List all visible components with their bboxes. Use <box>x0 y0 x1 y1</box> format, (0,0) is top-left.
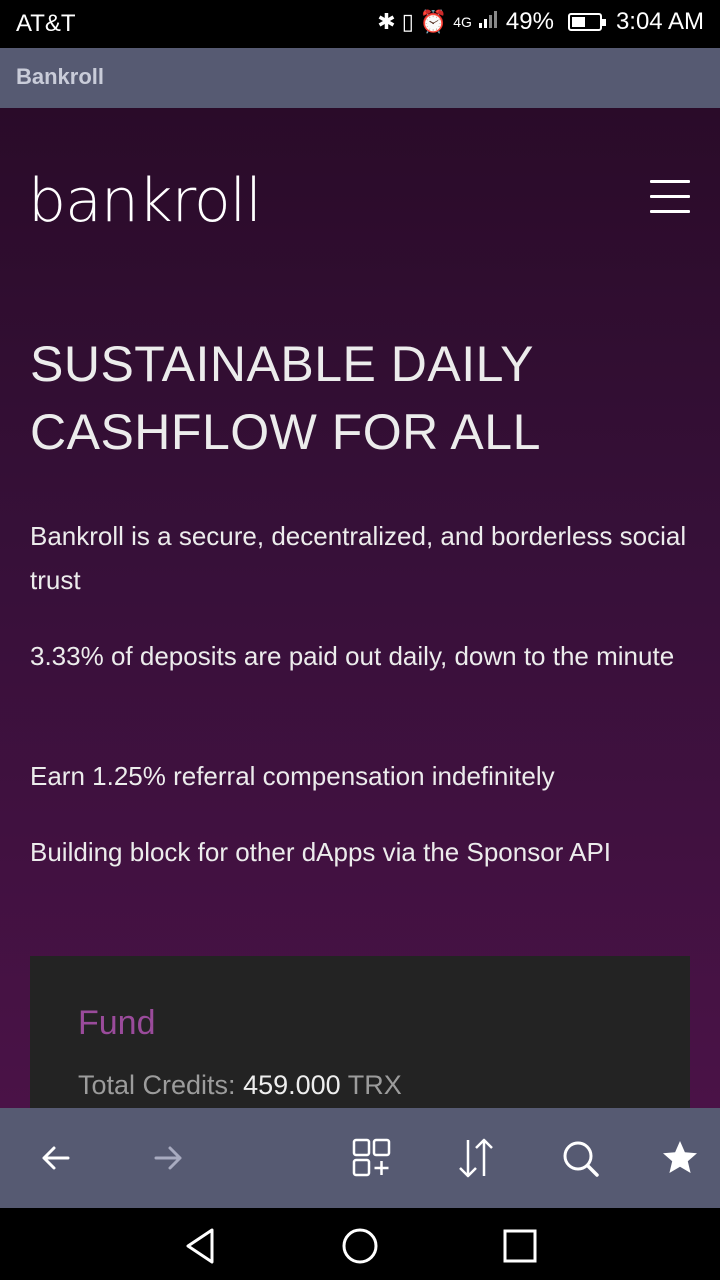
carrier-label: AT&T <box>16 10 76 37</box>
bookmark-button[interactable] <box>658 1136 702 1180</box>
feature-2: 3.33% of deposits are paid out daily, do… <box>30 641 675 671</box>
arrow-left-icon <box>42 1146 70 1170</box>
network-type-label: 4G <box>453 14 472 30</box>
fund-card: Fund Total Credits: 459.000 TRX <box>30 956 690 1108</box>
vibrate-icon: ▯ <box>401 9 414 34</box>
bluetooth-icon: ✱ <box>377 9 396 34</box>
battery-percent: 49% <box>505 8 554 35</box>
credits-label: Total Credits: <box>78 1070 236 1100</box>
browser-toolbar <box>0 1108 720 1208</box>
star-icon <box>663 1141 697 1173</box>
up-down-arrows-icon <box>459 1138 493 1178</box>
credits-unit: TRX <box>347 1070 402 1100</box>
web-content[interactable]: bankroll SUSTAINABLE DAILY CASHFLOW FOR … <box>0 108 720 1108</box>
credits-value: 459.000 <box>243 1070 341 1100</box>
search-icon <box>563 1141 599 1177</box>
android-nav-bar <box>0 1208 720 1280</box>
system-home-button[interactable] <box>340 1226 380 1266</box>
tabs-grid-icon <box>352 1138 391 1177</box>
fund-title: Fund <box>78 1004 156 1042</box>
status-bar: AT&T ✱ ▯ ⏰ 4G 49% 3:04 AM <box>0 0 720 48</box>
arrow-right-icon <box>154 1146 182 1170</box>
browser-title-bar: Bankroll <box>0 48 720 108</box>
triangle-back-icon <box>186 1228 214 1264</box>
system-back-button[interactable] <box>180 1226 220 1266</box>
clock: 3:04 AM <box>615 8 704 35</box>
scroll-button[interactable] <box>454 1136 498 1180</box>
search-button[interactable] <box>558 1136 602 1180</box>
feature-3: Earn 1.25% referral compensation indefin… <box>30 761 555 791</box>
circle-home-icon <box>342 1228 378 1264</box>
signal-icon <box>478 9 500 35</box>
feature-1: Bankroll is a secure, decentralized, and… <box>30 521 687 595</box>
feature-4: Building block for other dApps via the S… <box>30 837 612 867</box>
hero-line-2: CASHFLOW FOR ALL <box>30 404 541 460</box>
hero-line-1: SUSTAINABLE DAILY <box>30 336 535 392</box>
total-credits: Total Credits: 459.000 TRX <box>78 1070 402 1101</box>
battery-icon <box>567 13 606 31</box>
hamburger-menu-icon[interactable] <box>650 180 690 214</box>
status-right: ✱ ▯ ⏰ 4G 49% 3:04 AM <box>377 8 704 36</box>
forward-button[interactable] <box>146 1136 190 1180</box>
hero-heading: SUSTAINABLE DAILY CASHFLOW FOR ALL <box>30 330 690 466</box>
bankroll-logo[interactable]: bankroll <box>28 166 262 236</box>
square-recents-icon <box>503 1229 537 1263</box>
status-icons: ✱ ▯ ⏰ 4G <box>377 9 500 35</box>
alarm-icon: ⏰ <box>419 9 448 34</box>
page-title: Bankroll <box>16 64 105 89</box>
system-recents-button[interactable] <box>500 1226 540 1266</box>
back-button[interactable] <box>34 1136 78 1180</box>
tabs-button[interactable] <box>350 1136 394 1180</box>
